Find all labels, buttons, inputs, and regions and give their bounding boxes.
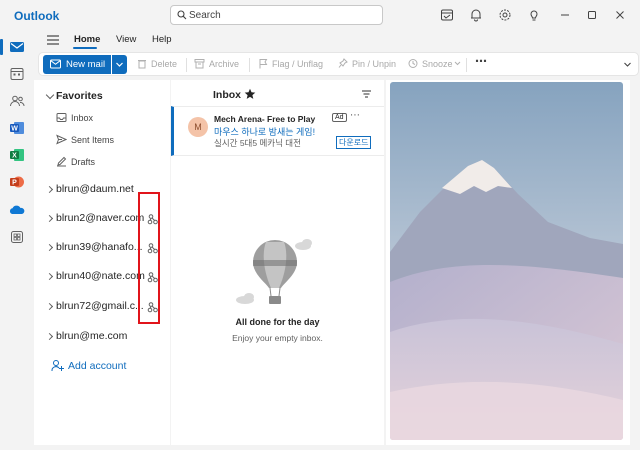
flag-icon	[259, 59, 268, 69]
archive-icon	[194, 59, 205, 69]
more-options-icon[interactable]: ⋯	[475, 54, 487, 68]
chevron-down-icon	[454, 61, 461, 66]
toolbar-divider	[466, 58, 467, 72]
snooze-label: Snooze	[422, 59, 453, 69]
onedrive-icon[interactable]	[9, 203, 25, 217]
svg-text:X: X	[12, 153, 17, 160]
calendar-icon[interactable]	[9, 67, 25, 81]
tab-home-underline	[73, 47, 97, 49]
toolbar-divider	[249, 58, 250, 72]
star-icon[interactable]	[244, 88, 256, 100]
empty-inbox-title: All done for the day	[235, 317, 320, 327]
chevron-right-icon[interactable]	[45, 332, 54, 341]
reading-pane	[386, 80, 631, 445]
bell-icon[interactable]	[469, 8, 483, 22]
apps-icon[interactable]	[9, 230, 25, 244]
chevron-right-icon[interactable]	[45, 214, 54, 223]
mail-icon[interactable]	[9, 40, 25, 54]
account-label: blrun39@hanafo...	[56, 241, 143, 253]
folder-inbox-label: Inbox	[71, 113, 94, 123]
my-day-icon[interactable]	[440, 8, 454, 22]
avatar: M	[188, 117, 208, 137]
hamburger-icon[interactable]	[46, 34, 60, 46]
ribbon-toolbar: New mail Delete Archive Flag / Unflag Pi…	[38, 52, 639, 76]
chevron-down-icon[interactable]	[45, 90, 55, 100]
pin-label: Pin / Unpin	[352, 59, 397, 69]
pin-icon	[338, 58, 348, 68]
rail-selection-indicator	[0, 39, 3, 55]
ad-sender: Mech Arena- Free to Play	[214, 114, 316, 124]
ribbon-tabs: Home View Help	[34, 30, 334, 50]
tab-help[interactable]: Help	[152, 34, 172, 45]
account-label: blrun72@gmail.c...	[56, 300, 144, 312]
toolbar-divider	[186, 58, 187, 72]
search-icon	[177, 10, 187, 20]
account-label: blrun2@naver.com	[56, 212, 145, 224]
ad-message[interactable]: M Mech Arena- Free to Play Ad ⋯ 마우스 하나로 …	[171, 106, 384, 156]
svg-text:P: P	[12, 180, 17, 187]
tab-home[interactable]: Home	[74, 34, 100, 45]
title-bar: Outlook	[0, 0, 640, 30]
people-icon[interactable]	[9, 94, 25, 108]
close-icon[interactable]	[613, 8, 627, 22]
empty-inbox-subtitle: Enjoy your empty inbox.	[232, 333, 323, 343]
new-mail-label: New mail	[66, 59, 106, 70]
add-account-label: Add account	[68, 360, 127, 372]
add-person-icon	[51, 360, 64, 372]
chevron-down-icon[interactable]	[623, 60, 632, 69]
trash-icon	[138, 60, 146, 69]
favorites-header[interactable]: Favorites	[56, 90, 103, 102]
chevron-right-icon[interactable]	[45, 272, 54, 281]
tab-view[interactable]: View	[116, 34, 136, 45]
app-rail: W X P	[0, 30, 34, 450]
folder-sent-items-label: Sent Items	[71, 135, 115, 145]
maximize-icon[interactable]	[585, 8, 599, 22]
archive-label: Archive	[209, 59, 240, 69]
clock-icon	[408, 59, 418, 68]
highlight-box	[138, 192, 160, 324]
compose-icon	[50, 59, 61, 69]
vertical-scrollbar[interactable]	[630, 80, 640, 445]
flag-label: Flag / Unflag	[272, 59, 324, 69]
account-label: blrun@daum.net	[56, 183, 134, 195]
ribbon: Home View Help New mail Delete Archive F…	[34, 30, 640, 78]
send-icon	[56, 134, 67, 145]
ad-download-button[interactable]: 다운로드	[336, 136, 372, 149]
lightbulb-icon[interactable]	[527, 8, 541, 22]
search-box[interactable]	[170, 5, 383, 25]
folder-drafts-label: Drafts	[71, 157, 96, 167]
hot-air-balloon-illustration	[236, 239, 312, 304]
chevron-down-icon	[116, 62, 123, 67]
chevron-right-icon[interactable]	[45, 185, 54, 194]
inbox-title: Inbox	[213, 89, 241, 101]
pencil-icon	[57, 156, 67, 167]
new-mail-dropdown[interactable]	[112, 55, 127, 74]
ad-badge: Ad	[332, 113, 347, 122]
delete-label: Delete	[151, 59, 178, 69]
svg-text:W: W	[11, 126, 18, 133]
search-input[interactable]	[189, 8, 375, 22]
ad-preview: 실시간 5대5 메카닉 대전	[214, 138, 301, 148]
word-icon[interactable]: W	[9, 121, 25, 135]
app-title: Outlook	[14, 9, 60, 23]
chevron-right-icon[interactable]	[45, 243, 54, 252]
minimize-icon[interactable]	[558, 8, 572, 22]
new-mail-button[interactable]: New mail	[43, 55, 111, 74]
powerpoint-icon[interactable]: P	[9, 175, 25, 189]
account-label: blrun@me.com	[56, 330, 128, 342]
account-label: blrun40@nate.com	[56, 270, 145, 282]
more-options-icon[interactable]: ⋯	[350, 110, 360, 121]
inbox-icon	[56, 113, 67, 122]
chevron-right-icon[interactable]	[45, 302, 54, 311]
gear-icon[interactable]	[498, 8, 512, 22]
excel-icon[interactable]: X	[9, 148, 25, 162]
message-list: Inbox M Mech Arena- Free to Play Ad ⋯ 마우…	[171, 80, 384, 445]
mountain-landscape-image	[390, 82, 623, 440]
filter-icon[interactable]	[361, 89, 372, 99]
